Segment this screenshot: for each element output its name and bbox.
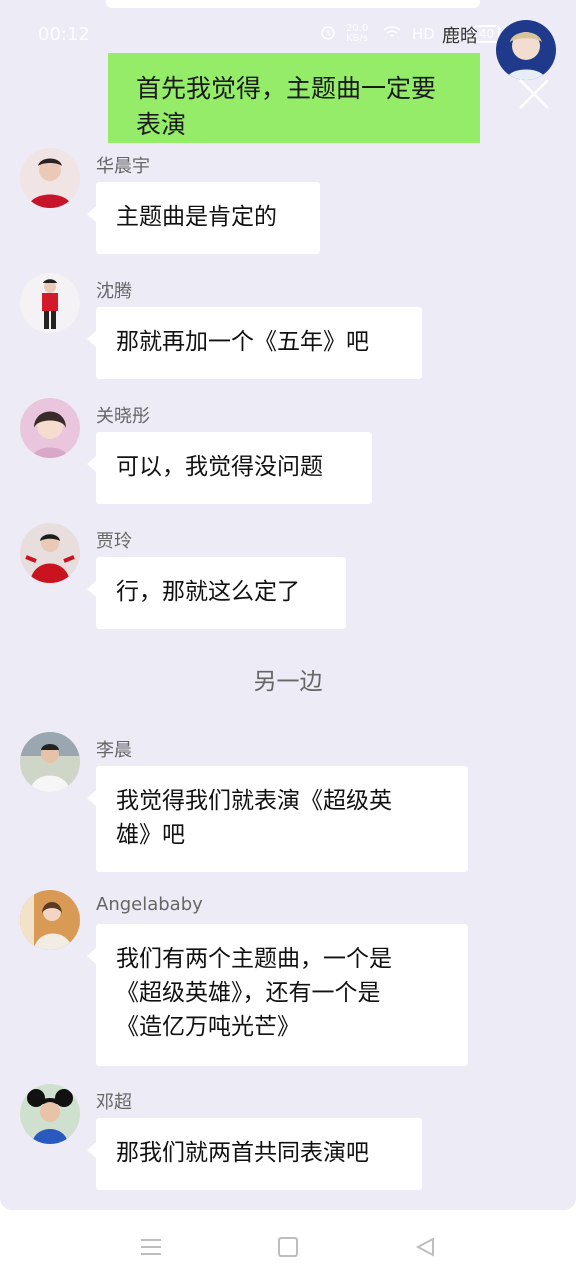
message-line: 《超级英雄》，还有一个是 — [116, 980, 381, 1006]
section-divider: 另一边 — [253, 669, 323, 695]
outgoing-message-line: 首先我觉得，主题曲一定要 — [136, 74, 437, 103]
sender-name: 关晓彤 — [96, 406, 150, 427]
avatar[interactable] — [20, 398, 80, 458]
message-bubble: 我们有两个主题曲，一个是 《超级英雄》，还有一个是 《造亿万吨光芒》 — [87, 924, 468, 1066]
network-speed: 20.0 KB/s — [346, 23, 369, 44]
outgoing-message-bubble: 首先我觉得，主题曲一定要 表演 — [108, 53, 480, 143]
avatar[interactable] — [20, 890, 80, 950]
outgoing-message-line: 表演 — [136, 110, 187, 139]
message-line: 主题曲是肯定的 — [116, 204, 277, 230]
status-time: 00:12 — [38, 24, 90, 45]
avatar[interactable] — [20, 732, 80, 792]
message-bubble: 可以，我觉得没问题 — [87, 432, 372, 504]
status-bar: 00:12 20.0 KB/s HD 40 — [0, 20, 576, 50]
message-line: 《造亿万吨光芒》 — [116, 1014, 300, 1040]
avatar[interactable] — [20, 148, 80, 208]
close-icon[interactable] — [514, 74, 554, 114]
avatar[interactable] — [20, 1084, 80, 1144]
back-icon[interactable] — [414, 1236, 438, 1258]
message-bubble: 主题曲是肯定的 — [87, 182, 320, 254]
message-line: 那我们就两首共同表演吧 — [116, 1140, 369, 1166]
sender-name: 贾玲 — [96, 531, 132, 552]
avatar[interactable] — [20, 523, 80, 583]
sender-name: 邓超 — [96, 1092, 132, 1113]
previous-message-edge — [106, 0, 480, 8]
sender-name: 沈腾 — [96, 281, 132, 302]
message-line: 那就再加一个《五年》吧 — [116, 329, 369, 355]
wifi-icon — [382, 24, 402, 44]
message-line: 行，那就这么定了 — [116, 579, 300, 605]
message-line: 我觉得我们就表演《超级英 — [116, 788, 392, 814]
menu-icon[interactable] — [139, 1236, 163, 1258]
self-avatar[interactable] — [496, 20, 556, 80]
sender-name: 李晨 — [96, 740, 132, 761]
self-name: 鹿晗 — [442, 26, 478, 47]
alarm-icon — [320, 24, 336, 44]
message-bubble: 我觉得我们就表演《超级英 雄》吧 — [87, 766, 468, 872]
hd-label: HD — [412, 25, 435, 43]
sender-name: 华晨宇 — [96, 156, 150, 177]
message-bubble: 那我们就两首共同表演吧 — [87, 1118, 422, 1190]
message-line: 可以，我觉得没问题 — [116, 454, 323, 480]
message-bubble: 那就再加一个《五年》吧 — [87, 307, 422, 379]
sender-name: Angelababy — [96, 894, 203, 915]
navigation-bar — [0, 1210, 576, 1280]
chat-area: 00:12 20.0 KB/s HD 40 鹿晗 首先我觉得，主题曲一定要 表演… — [0, 0, 576, 1210]
message-line: 雄》吧 — [116, 822, 185, 848]
message-line: 我们有两个主题曲，一个是 — [116, 946, 392, 972]
avatar[interactable] — [20, 273, 80, 333]
home-icon[interactable] — [277, 1236, 301, 1258]
message-bubble: 行，那就这么定了 — [87, 557, 346, 629]
